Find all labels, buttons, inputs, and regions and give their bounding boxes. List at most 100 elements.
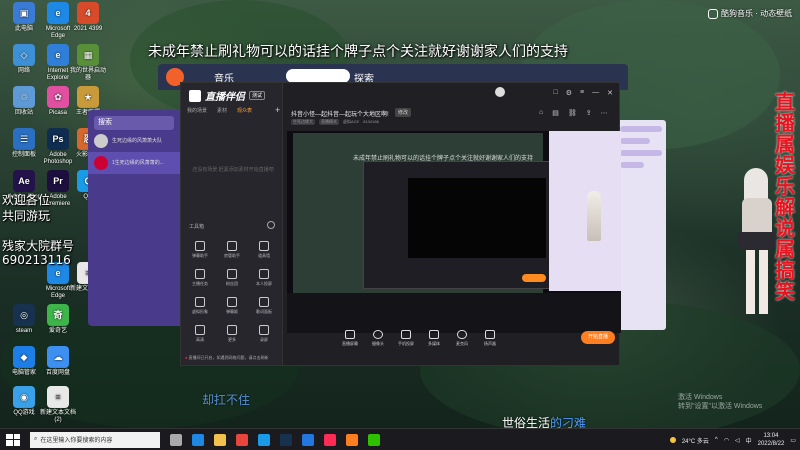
app-icon: ▣ bbox=[13, 2, 35, 24]
toolbox-header: 工具箱 bbox=[189, 224, 205, 230]
avatar bbox=[94, 134, 108, 148]
tool-item[interactable]: 房管助手 bbox=[217, 241, 247, 259]
tool-label: 弹幕助手 bbox=[192, 253, 208, 258]
side-chat-window[interactable] bbox=[616, 120, 666, 330]
settings-icon[interactable]: ⚙ bbox=[566, 89, 572, 97]
close-button[interactable]: ✕ bbox=[607, 89, 613, 97]
microphone-button[interactable]: 麦克风 bbox=[451, 329, 473, 347]
user-avatar[interactable] bbox=[495, 87, 505, 97]
slogan-char: 播 bbox=[775, 111, 795, 135]
taskbar: ⌕ 在这里输入你要搜索的内容 24°C 多云 ^ ◠ ◁ 中 13:04 202… bbox=[0, 428, 800, 450]
edit-title-button[interactable]: 修改 bbox=[395, 108, 412, 117]
meta-chip: 直播模式 bbox=[319, 119, 339, 125]
group-number: 690213116 bbox=[2, 253, 71, 267]
start-live-button[interactable]: 开始直播 bbox=[581, 331, 615, 344]
live-companion-window[interactable]: 直播伴侣 测试 我的场景 素材 观众表 + 还没有场景 赶紧添加素材开始直播吧 … bbox=[180, 82, 621, 366]
tool-icon bbox=[195, 297, 205, 307]
taskbar-app-kugou-icon[interactable] bbox=[302, 433, 314, 446]
tool-item[interactable]: 录屏 bbox=[249, 325, 279, 343]
tool-item[interactable]: 更多 bbox=[217, 325, 247, 343]
chat-bubble bbox=[620, 162, 644, 168]
skin-icon[interactable]: □ bbox=[554, 89, 558, 97]
taskbar-app-steam-icon[interactable] bbox=[280, 433, 292, 446]
taskbar-app-qq-icon[interactable] bbox=[258, 433, 270, 446]
nested-chat bbox=[549, 131, 621, 291]
desktop-icon[interactable]: 奇爱奇艺 bbox=[38, 304, 78, 335]
slogan-char: 直 bbox=[775, 90, 795, 114]
tool-label: 粉丝团 bbox=[226, 281, 238, 286]
music-search-input[interactable] bbox=[286, 69, 350, 83]
speaker-button[interactable]: 扬声器 bbox=[479, 329, 501, 347]
taskbar-app-douyin-icon[interactable] bbox=[324, 433, 336, 446]
ime-icon[interactable]: 中 bbox=[746, 436, 752, 445]
desktop-icon[interactable]: 4 2021 4399 bbox=[68, 2, 108, 33]
tool-item[interactable]: 本人投屏 bbox=[249, 269, 279, 287]
phone-cast-button[interactable]: 手机投屏 bbox=[395, 329, 417, 347]
tool-label: 房管助手 bbox=[224, 253, 240, 258]
taskbar-app-chrome-icon[interactable] bbox=[236, 433, 248, 446]
tab-viewers[interactable]: 观众表 bbox=[237, 107, 252, 114]
taskbar-app-edge-icon[interactable] bbox=[192, 433, 204, 446]
chart-icon[interactable]: ▤ bbox=[552, 109, 559, 117]
tool-item[interactable]: 高清 bbox=[185, 325, 215, 343]
add-scene-button[interactable]: + bbox=[275, 105, 280, 115]
microphone-icon bbox=[457, 329, 467, 339]
chat-app-window[interactable]: 搜索 生死边缘的风萧萧大队 1生死边缘的风萧萧的... bbox=[88, 110, 180, 326]
chat-search[interactable]: 搜索 bbox=[94, 116, 174, 130]
stream-preview[interactable]: 未成年禁止刷礼物可以的话挂个牌子点个关注就好谢谢家人们的支持 bbox=[287, 131, 621, 333]
status-bar: ● 直播间已开启，如遇到网络问题，请点击刷新 bbox=[185, 355, 269, 360]
volume-icon[interactable]: ◁ bbox=[735, 437, 740, 444]
tool-item[interactable]: 道具墙 bbox=[249, 241, 279, 259]
tool-item[interactable]: 粉丝团 bbox=[217, 269, 247, 287]
more-icon[interactable]: ⋯ bbox=[601, 109, 608, 117]
desktop-icon[interactable]: ▦ 我的世界启动器 bbox=[68, 44, 108, 82]
minimize-button[interactable]: — bbox=[592, 89, 599, 97]
brand-icon bbox=[708, 8, 718, 19]
tool-label: 虚拟形象 bbox=[192, 309, 208, 314]
tool-item[interactable]: 弹幕助手 bbox=[185, 241, 215, 259]
desktop-icon[interactable]: ☁ 百度网盘 bbox=[38, 346, 78, 377]
taskbar-app-live-companion-icon[interactable] bbox=[346, 433, 358, 446]
app-icon: ☰ bbox=[13, 128, 35, 150]
taskbar-app-task-view-icon[interactable] bbox=[170, 433, 182, 446]
list-item[interactable]: 1生死边缘的风萧萧的... bbox=[88, 152, 180, 174]
link-icon[interactable]: ⛓ bbox=[568, 109, 577, 117]
app-icon: Ae bbox=[13, 170, 35, 192]
list-item[interactable]: 生死边缘的风萧萧大队 bbox=[88, 130, 180, 152]
weather-text[interactable]: 24°C 多云 bbox=[682, 436, 709, 445]
taskbar-app-explorer-icon[interactable] bbox=[214, 433, 226, 446]
notification-icon[interactable]: ▭ bbox=[790, 437, 796, 444]
desktop-icon-label: 2021 4399 bbox=[73, 26, 103, 32]
app-icon: 4 bbox=[77, 2, 99, 24]
tool-item[interactable]: 歌词面板 bbox=[249, 297, 279, 315]
desktop-icon[interactable]: ≡ 新建文本文档(2) bbox=[38, 386, 78, 424]
gift-icon[interactable]: ⌂ bbox=[539, 109, 543, 117]
app-icon: e bbox=[47, 44, 69, 66]
app-icon: 奇 bbox=[47, 304, 69, 326]
button-label: 摄像头 bbox=[372, 340, 384, 346]
toolbox-settings-icon[interactable] bbox=[267, 221, 275, 229]
tool-item[interactable]: 主播任务 bbox=[185, 269, 215, 287]
tool-item[interactable]: 虚拟形象 bbox=[185, 297, 215, 315]
clock[interactable]: 13:04 2022/8/22 bbox=[758, 432, 785, 448]
app-icon: e bbox=[47, 2, 69, 24]
tab-materials[interactable]: 素材 bbox=[217, 107, 227, 114]
windows-start-icon[interactable] bbox=[6, 433, 20, 446]
screen-capture-button[interactable]: 直播屏幕 bbox=[339, 329, 361, 347]
app-icon: ♲ bbox=[13, 86, 35, 108]
network-icon[interactable]: ◠ bbox=[724, 437, 729, 444]
desktop-icon-label: 百度网盘 bbox=[45, 370, 70, 376]
share-icon[interactable]: ⇪ bbox=[586, 109, 592, 117]
menu-icon[interactable]: ≡ bbox=[580, 89, 584, 97]
media-button[interactable]: 多媒体 bbox=[423, 329, 445, 347]
status-text: 直播间已开启，如遇到网络问题，请点击刷新 bbox=[188, 355, 269, 360]
taskbar-search-input[interactable]: ⌕ 在这里输入你要搜索的内容 bbox=[30, 431, 160, 448]
wallpaper-brand: 酷狗音乐 · 动态壁纸 bbox=[708, 8, 792, 19]
taskbar-app-wechat-icon[interactable] bbox=[368, 433, 380, 446]
tool-item[interactable]: 弹幕姬 bbox=[217, 297, 247, 315]
chevron-up-icon[interactable]: ^ bbox=[715, 437, 718, 443]
tab-my-scenes[interactable]: 我的场景 bbox=[187, 107, 207, 114]
camera-button[interactable]: 摄像头 bbox=[367, 329, 389, 347]
empty-scenes-text: 还没有场景 赶紧添加素材开始直播吧 bbox=[192, 167, 274, 173]
welcome-line-2: 共同游玩 bbox=[2, 209, 51, 223]
